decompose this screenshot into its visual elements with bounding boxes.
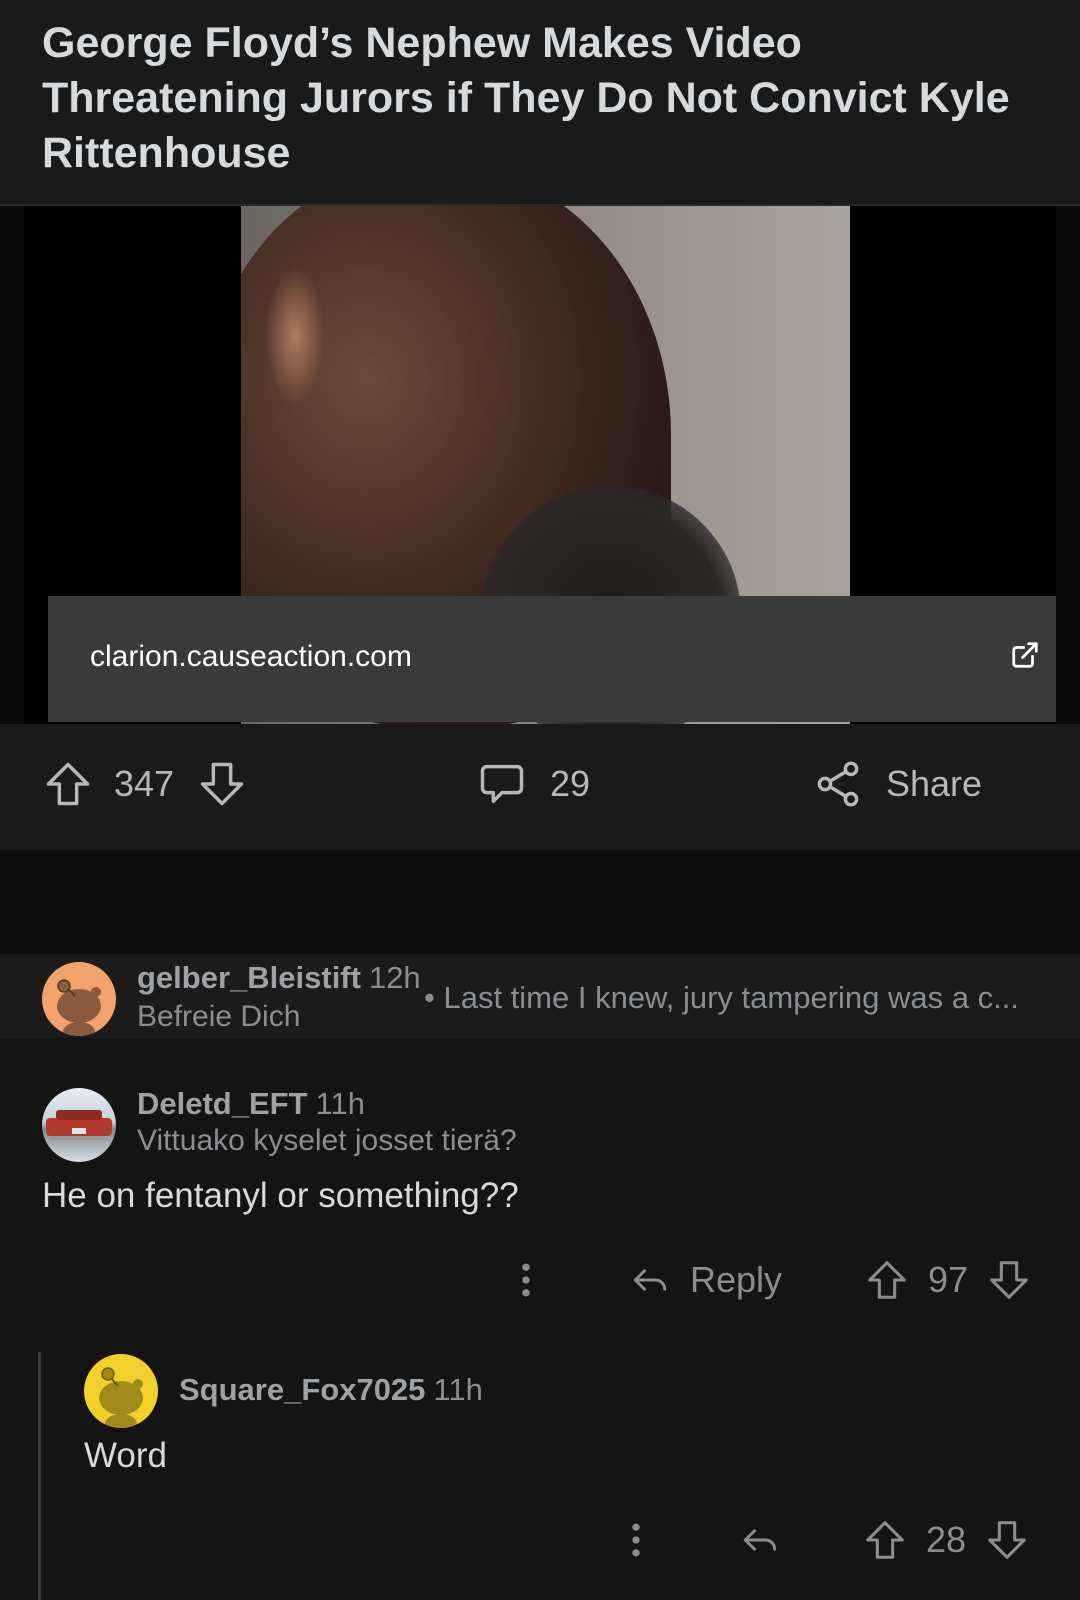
reply-button[interactable]: Reply xyxy=(628,1258,782,1302)
thumbnail-highlight xyxy=(265,266,325,406)
comment-body: Word xyxy=(84,1436,167,1475)
post-header: George Floyd’s Nephew Makes Video Threat… xyxy=(0,0,1080,204)
reply-icon[interactable] xyxy=(738,1518,782,1562)
post-action-bar: 347 29 Share xyxy=(0,724,1080,850)
post-title[interactable]: George Floyd’s Nephew Makes Video Threat… xyxy=(42,16,1042,181)
share-label: Share xyxy=(886,763,983,804)
reply-icon xyxy=(633,1269,667,1291)
comment-body: He on fentanyl or something?? xyxy=(42,1176,519,1215)
link-domain[interactable]: clarion.causeaction.com xyxy=(90,640,412,674)
reply-label: Reply xyxy=(690,1259,783,1300)
external-link-icon[interactable] xyxy=(1010,640,1040,670)
avatar[interactable] xyxy=(84,1354,158,1428)
user-flair: Vittuako kyselet josset tierä? xyxy=(137,1124,517,1157)
post-score: 347 xyxy=(114,763,175,804)
comment-username[interactable]: Square_Fox7025 xyxy=(179,1372,425,1407)
comment-time: 11h xyxy=(433,1372,483,1407)
comment-preview[interactable]: • Last time I knew, jury tampering was a… xyxy=(424,980,1019,1016)
downvote-icon[interactable] xyxy=(984,1517,1030,1563)
preview-image-container[interactable]: clarion.causeaction.com xyxy=(24,206,1056,726)
comment-username[interactable]: Deletd_EFT xyxy=(137,1086,308,1121)
comment-count: 29 xyxy=(550,763,591,804)
link-preview[interactable]: clarion.causeaction.com xyxy=(0,204,1080,728)
comment-meta: Square_Fox7025 11h xyxy=(179,1372,483,1408)
comment-meta: Deletd_EFT 11h xyxy=(137,1086,365,1122)
comment-score: 97 xyxy=(928,1259,969,1300)
vote-group: 347 xyxy=(42,754,248,814)
share-icon xyxy=(817,761,859,807)
share-button[interactable]: Share xyxy=(812,754,982,814)
thread-line[interactable] xyxy=(38,1352,41,1600)
user-flair: Befreie Dich xyxy=(137,1000,301,1033)
more-vertical-icon[interactable] xyxy=(504,1258,548,1302)
link-bar[interactable]: clarion.causeaction.com xyxy=(48,596,1056,722)
comment-actions: Reply 97 xyxy=(504,1250,1032,1310)
comment-icon xyxy=(480,764,524,804)
snoo-avatar-icon xyxy=(57,979,101,1036)
collapsed-comment[interactable]: gelber_Bleistift 12h Befreie Dich • Last … xyxy=(0,954,1080,1038)
upvote-icon[interactable] xyxy=(864,1257,910,1303)
more-vertical-icon[interactable] xyxy=(614,1518,658,1562)
comment-meta: gelber_Bleistift 12h xyxy=(137,960,421,996)
snoo-avatar-icon xyxy=(99,1367,143,1428)
upvote-icon[interactable] xyxy=(862,1517,908,1563)
avatar[interactable] xyxy=(42,1088,116,1162)
comment-actions: 28 xyxy=(614,1510,1030,1570)
comment-time: 12h xyxy=(368,960,421,995)
downvote-icon[interactable] xyxy=(986,1257,1032,1303)
downvote-icon[interactable] xyxy=(196,758,248,810)
upvote-icon[interactable] xyxy=(42,758,94,810)
comment-username[interactable]: gelber_Bleistift xyxy=(137,960,361,995)
car-avatar-icon xyxy=(46,1110,112,1140)
avatar[interactable] xyxy=(42,962,116,1036)
comment-time: 11h xyxy=(315,1086,365,1121)
section-divider xyxy=(0,850,1080,954)
comment-score: 28 xyxy=(926,1519,967,1560)
comments-button[interactable]: 29 xyxy=(476,754,590,814)
